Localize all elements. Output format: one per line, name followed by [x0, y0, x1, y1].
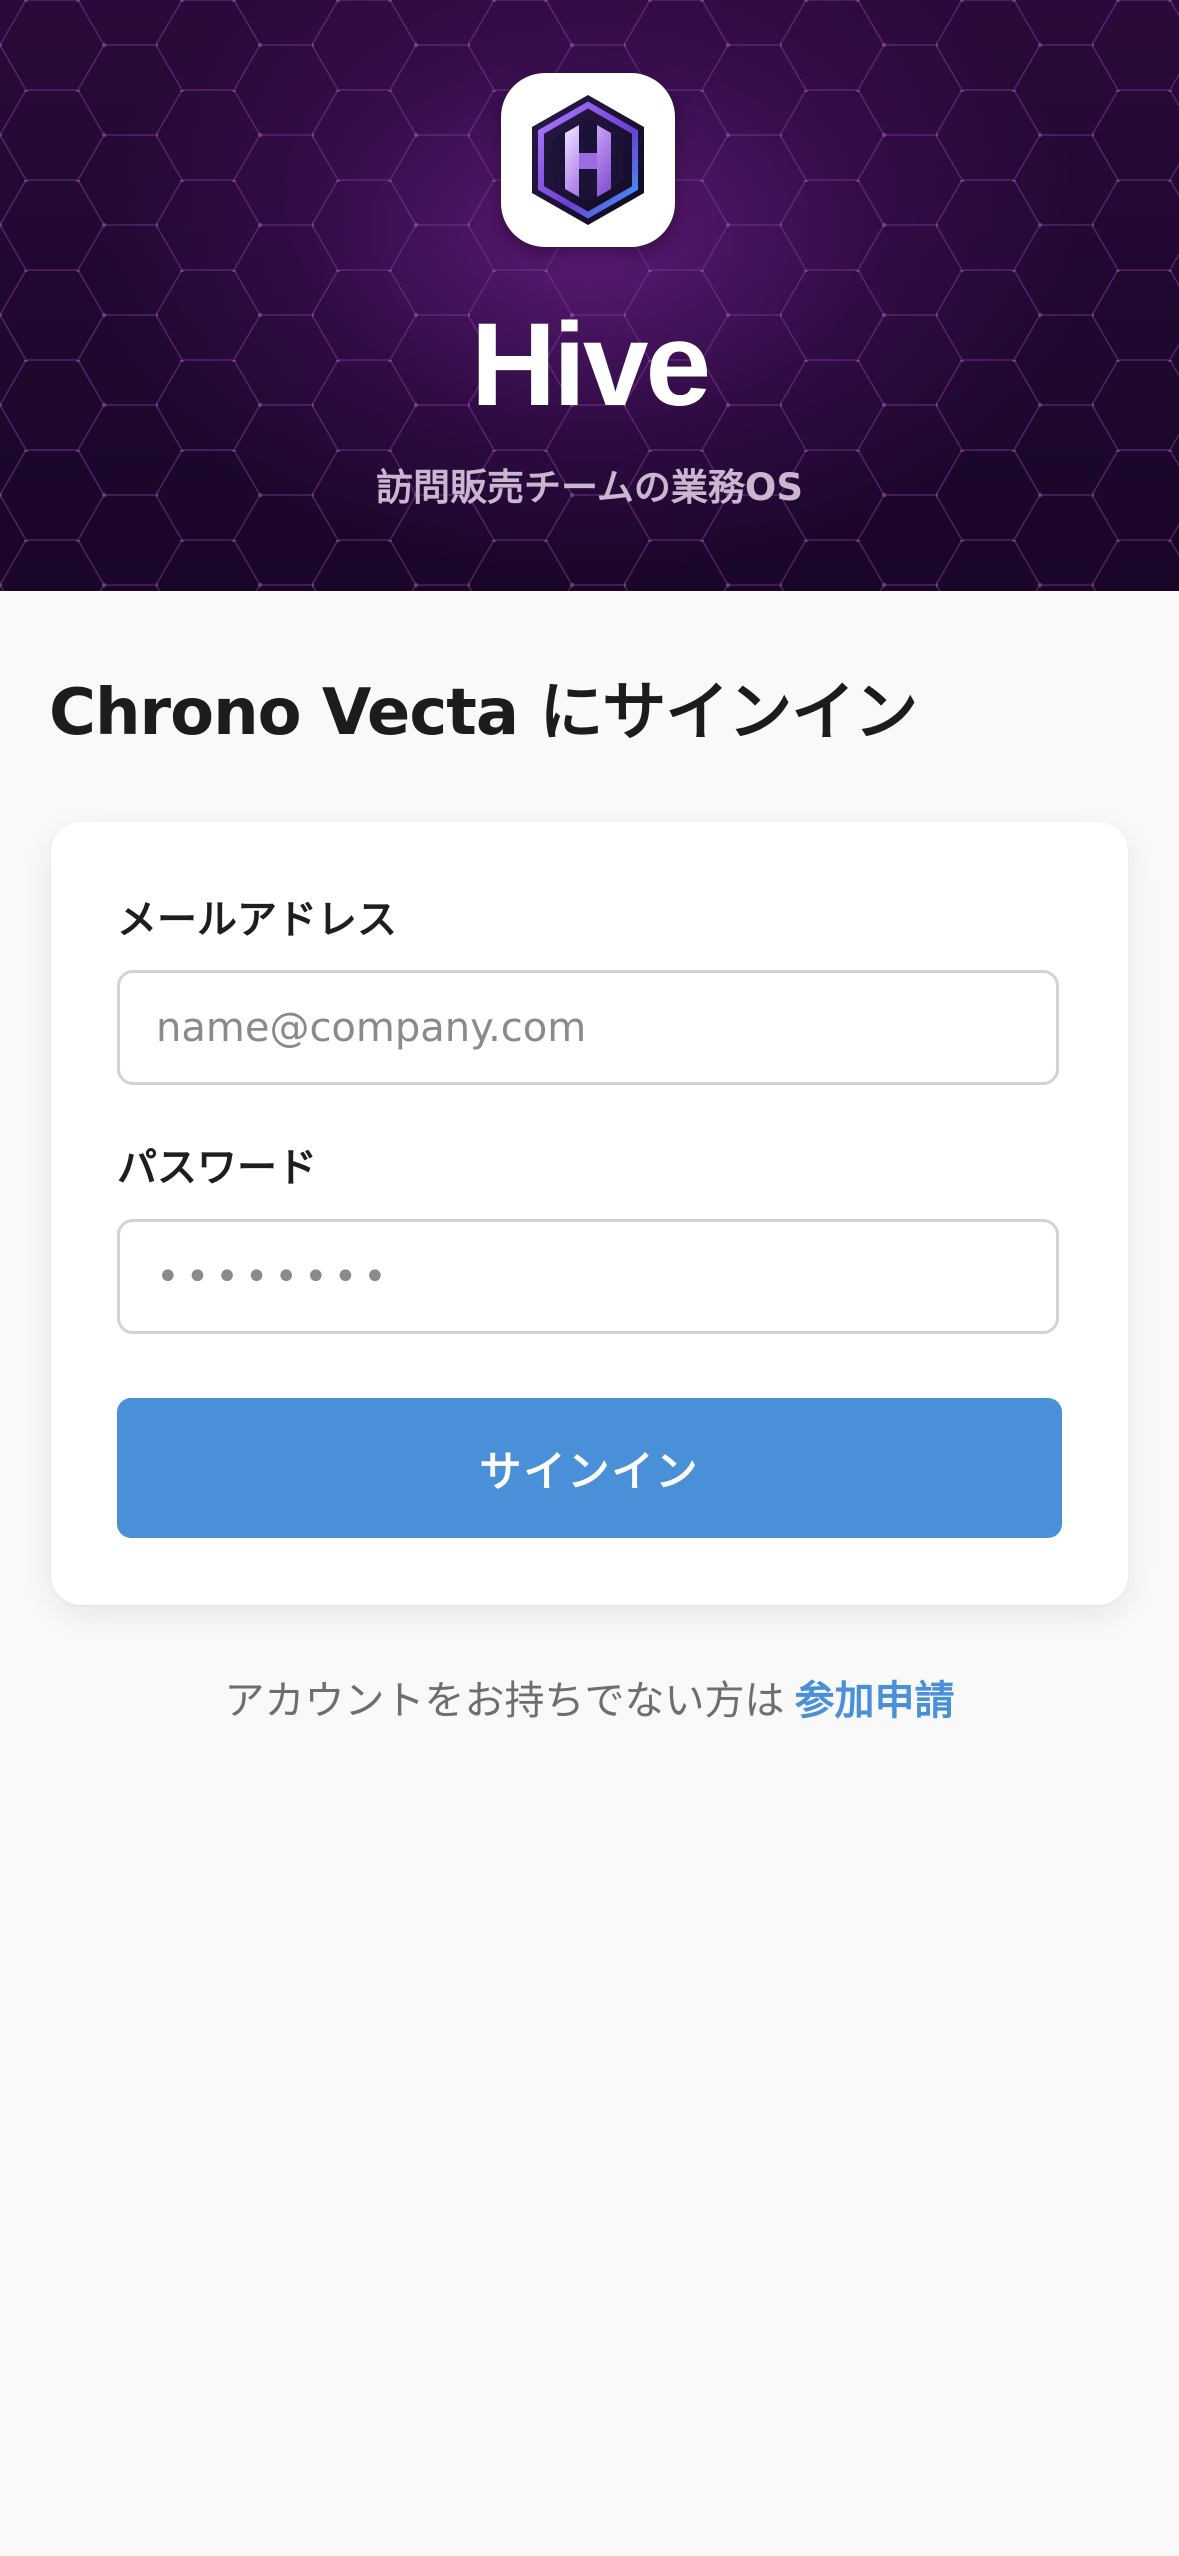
password-label: パスワード	[117, 1145, 317, 1191]
hive-hexagon-logo-icon	[532, 95, 644, 225]
hero-banner: Hive 訪問販売チームの業務OS	[0, 0, 1179, 591]
password-field[interactable]	[117, 1219, 1059, 1334]
app-tagline: 訪問販売チームの業務OS	[376, 466, 803, 509]
apply-link[interactable]: 参加申請	[795, 1678, 955, 1724]
page-title: Chrono Vecta にサインイン	[49, 676, 918, 750]
signin-button[interactable]: サインイン	[117, 1398, 1062, 1538]
app-name: Hive	[470, 299, 711, 431]
email-field[interactable]	[117, 970, 1059, 1085]
signup-prompt-text: アカウントをお持ちでない方は	[224, 1678, 785, 1724]
email-label: メールアドレス	[117, 897, 397, 943]
app-logo	[501, 73, 675, 247]
signup-prompt: アカウントをお持ちでない方は 参加申請	[0, 1670, 1179, 1732]
